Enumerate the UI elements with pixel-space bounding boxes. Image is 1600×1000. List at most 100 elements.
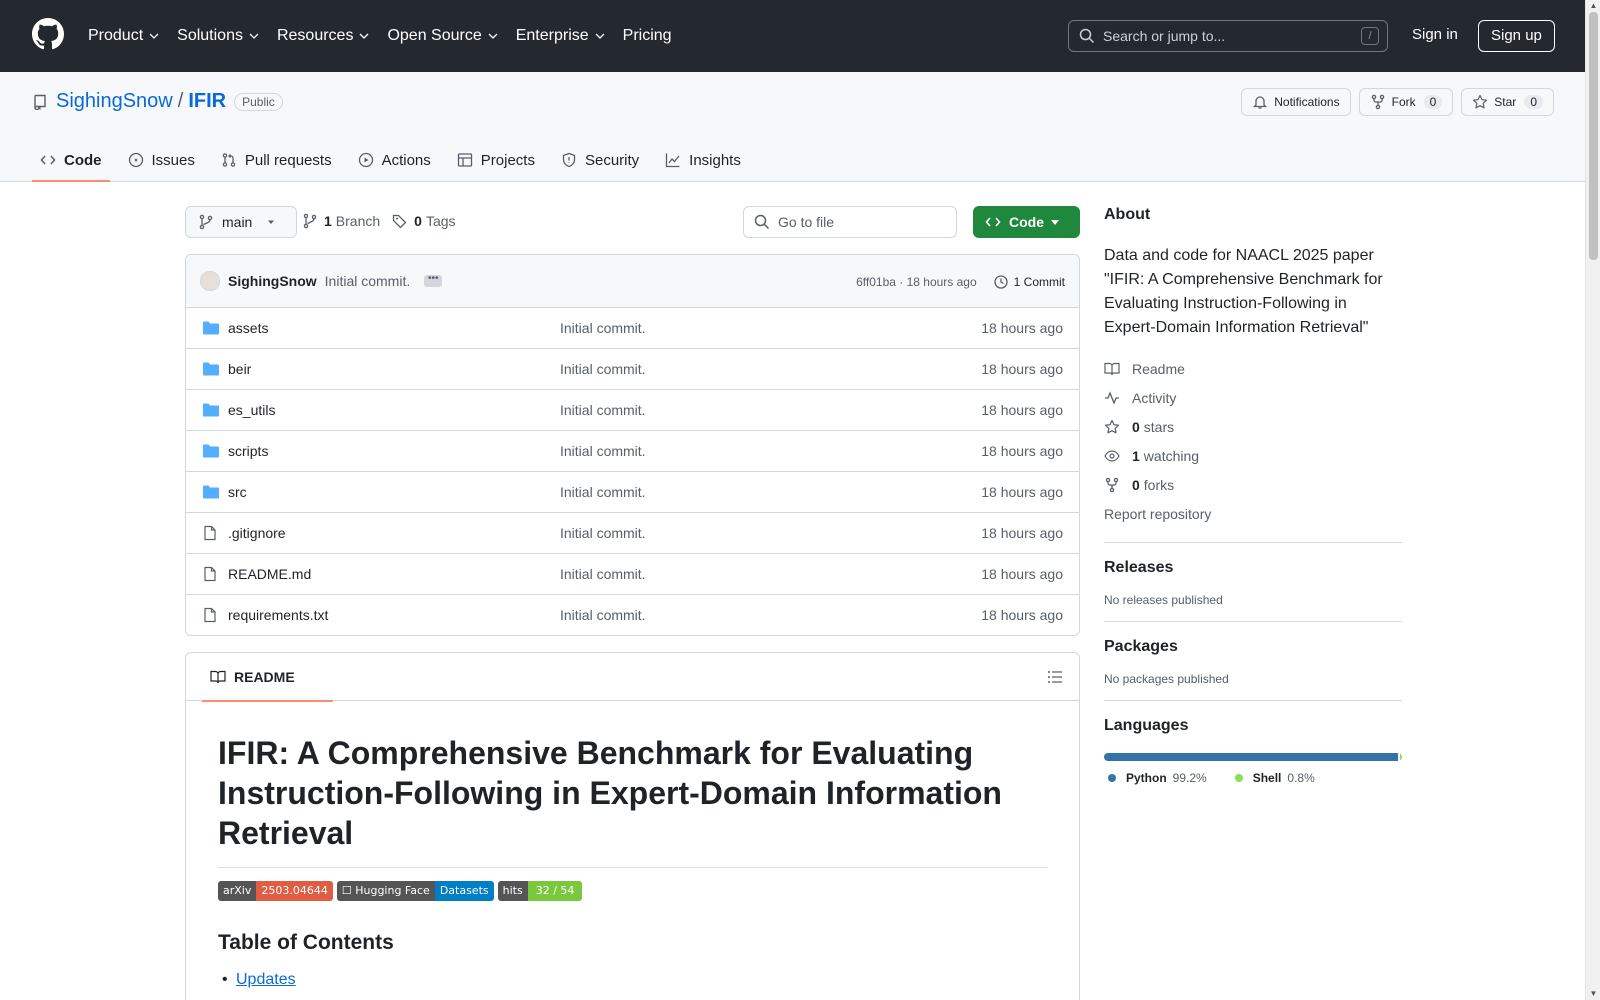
code-button[interactable]: Code <box>973 206 1080 238</box>
file-name-link[interactable]: .gitignore <box>228 525 286 541</box>
readme-badges: arXiv 2503.04644 ☐ Hugging Face Datasets… <box>218 881 583 901</box>
repo-owner-link[interactable]: SighingSnow <box>56 90 173 113</box>
activity-link[interactable]: Activity <box>1104 383 1402 412</box>
github-logo-icon[interactable] <box>32 18 64 50</box>
languages-heading: Languages <box>1104 717 1189 734</box>
table-icon <box>457 153 472 167</box>
go-to-file-input[interactable]: Go to file <box>743 206 957 238</box>
notifications-label: Notifications <box>1274 95 1340 109</box>
tab-actions[interactable]: Actions <box>350 138 439 182</box>
list-icon[interactable] <box>1047 669 1063 685</box>
file-commit-message[interactable]: Initial commit. <box>560 607 646 623</box>
readme-tab[interactable]: README <box>202 653 333 702</box>
file-commit-message[interactable]: Initial commit. <box>560 525 646 541</box>
file-icon <box>204 607 216 623</box>
nav-solutions[interactable]: Solutions <box>177 27 259 45</box>
caret-down-icon <box>268 220 275 224</box>
file-browser: SighingSnow Initial commit. ••• 6ff01ba … <box>185 254 1080 636</box>
huggingface-badge[interactable]: ☐ Hugging Face Datasets <box>336 881 494 901</box>
nav-pricing[interactable]: Pricing <box>623 27 672 45</box>
toc-link-updates[interactable]: Updates <box>222 971 295 989</box>
notifications-button[interactable]: Notifications <box>1241 88 1351 116</box>
avatar[interactable] <box>200 271 220 291</box>
scrollbar-thumb[interactable] <box>1589 12 1598 260</box>
tab-security[interactable]: Security <box>553 138 647 182</box>
commit-sha-time[interactable]: 6ff01ba · 18 hours ago <box>856 275 977 289</box>
tab-insights[interactable]: Insights <box>657 138 749 182</box>
stars-link[interactable]: 0 stars <box>1104 412 1402 441</box>
file-name-link[interactable]: requirements.txt <box>228 607 328 623</box>
arxiv-badge[interactable]: arXiv 2503.04644 <box>218 881 333 901</box>
language-item[interactable]: Python 99.2% <box>1108 771 1207 785</box>
file-row: .gitignore Initial commit. 18 hours ago <box>186 513 1079 554</box>
file-row-icon <box>202 320 220 339</box>
search-input[interactable]: Search or jump to... / <box>1068 20 1388 52</box>
file-commit-message[interactable]: Initial commit. <box>560 484 646 500</box>
branch-selector[interactable]: main <box>185 206 298 238</box>
tag-label: Tags <box>425 213 456 229</box>
file-name-link[interactable]: README.md <box>228 566 311 582</box>
hits-badge[interactable]: hits 32 / 54 <box>497 881 583 901</box>
tab-issues[interactable]: Issues <box>120 138 203 182</box>
tags-link[interactable]: 0 Tags <box>392 213 456 229</box>
nav-product[interactable]: Product <box>88 27 159 45</box>
file-name-link[interactable]: beir <box>228 361 251 377</box>
nav-enterprise[interactable]: Enterprise <box>516 27 605 45</box>
packages-heading[interactable]: Packages <box>1104 638 1402 656</box>
commit-meta: 6ff01ba · 18 hours ago 1 Commit <box>856 255 1065 308</box>
file-name-link[interactable]: assets <box>228 320 268 336</box>
repo-name-link[interactable]: IFIR <box>188 90 226 113</box>
file-row: beir Initial commit. 18 hours ago <box>186 349 1079 390</box>
repo-icon <box>34 94 46 110</box>
bell-icon <box>1253 96 1268 109</box>
sign-up-button[interactable]: Sign up <box>1478 20 1555 52</box>
chevron-down-icon <box>488 33 498 39</box>
code-icon <box>40 155 56 165</box>
file-name-link[interactable]: src <box>228 484 247 500</box>
file-row-icon <box>202 607 218 626</box>
branches-link[interactable]: 1 Branch <box>302 213 380 229</box>
watching-link[interactable]: 1 watching <box>1104 441 1402 470</box>
star-button[interactable]: Star 0 <box>1461 88 1554 116</box>
branch-icon <box>199 214 213 230</box>
file-commit-message[interactable]: Initial commit. <box>560 443 646 459</box>
sidebar-divider <box>1104 621 1402 622</box>
readme-link-label: Readme <box>1132 360 1185 377</box>
file-commit-message[interactable]: Initial commit. <box>560 361 646 377</box>
nav-solutions-label: Solutions <box>177 27 243 44</box>
commit-author-link[interactable]: SighingSnow <box>228 273 317 289</box>
commit-history-link[interactable]: 1 Commit <box>993 274 1065 290</box>
report-repository-link[interactable]: Report repository <box>1104 499 1402 528</box>
readme-link[interactable]: Readme <box>1104 354 1402 383</box>
sign-in-link[interactable]: Sign in <box>1412 26 1458 43</box>
nav-resources[interactable]: Resources <box>277 27 369 45</box>
commit-expand-button[interactable]: ••• <box>424 274 443 287</box>
language-bar-segment <box>1399 753 1402 761</box>
language-item[interactable]: Shell 0.8% <box>1234 771 1315 785</box>
code-icon <box>985 217 1001 227</box>
tab-projects[interactable]: Projects <box>449 138 543 182</box>
tab-code[interactable]: Code <box>32 138 110 182</box>
file-commit-message[interactable]: Initial commit. <box>560 566 646 582</box>
file-commit-message[interactable]: Initial commit. <box>560 402 646 418</box>
chevron-down-icon <box>249 33 259 39</box>
forks-link[interactable]: 0 forks <box>1104 470 1402 499</box>
file-name-link[interactable]: scripts <box>228 443 268 459</box>
repo-actions: Notifications Fork 0 Star 0 <box>1241 88 1554 116</box>
releases-heading[interactable]: Releases <box>1104 559 1402 577</box>
tab-pull-requests[interactable]: Pull requests <box>213 138 340 182</box>
branch-count: 1 <box>324 213 332 229</box>
file-commit-message[interactable]: Initial commit. <box>560 320 646 336</box>
nav-open-source[interactable]: Open Source <box>387 27 498 45</box>
page-scrollbar[interactable]: ▲ ▼ <box>1585 0 1600 1000</box>
fork-icon <box>1371 94 1384 110</box>
commit-message[interactable]: Initial commit. <box>325 273 411 289</box>
file-commit-time: 18 hours ago <box>981 484 1063 500</box>
readme-panel: README IFIR: A Comprehensive Benchmark f… <box>185 652 1080 1000</box>
file-commit-time: 18 hours ago <box>981 607 1063 623</box>
file-name-link[interactable]: es_utils <box>228 402 275 418</box>
scroll-up-arrow-icon[interactable]: ▲ <box>1589 2 1598 10</box>
fork-button[interactable]: Fork 0 <box>1358 88 1454 116</box>
scroll-down-arrow-icon[interactable]: ▼ <box>1589 990 1598 998</box>
language-name: Shell <box>1252 771 1282 785</box>
